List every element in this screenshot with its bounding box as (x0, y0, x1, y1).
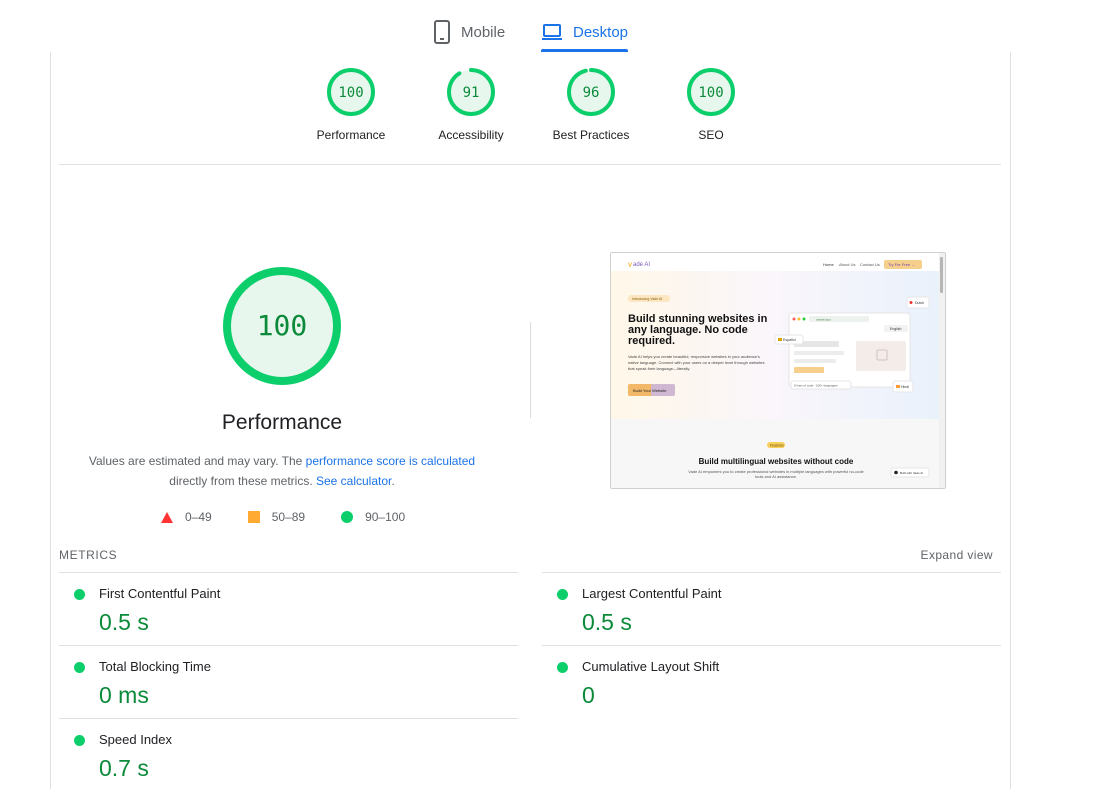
thumb-section-title: Build multilingual websites without code (699, 457, 854, 466)
pass-circle-icon (557, 662, 568, 673)
metric-value: 0 (582, 682, 595, 708)
metric-value: 0 ms (99, 682, 149, 708)
performance-score-gauge: 100 (223, 267, 341, 385)
pass-circle-icon (74, 662, 85, 673)
thumb-cta: Try For Free → (888, 262, 915, 267)
legend-range: 90–100 (365, 510, 406, 524)
score-note: Values are estimated and may vary. The p… (81, 451, 483, 491)
metric-value: 0.5 s (99, 609, 149, 635)
metric-cumulative-layout-shift: Cumulative Layout Shift 0 (542, 645, 1001, 719)
tab-mobile[interactable]: Mobile (433, 14, 505, 50)
note-text: . (391, 474, 395, 488)
metric-value: 0.5 s (582, 609, 632, 635)
pass-circle-icon (74, 589, 85, 600)
circle-icon (341, 511, 354, 523)
performance-score-link[interactable]: performance score is calculated (306, 454, 475, 468)
gauge-performance[interactable]: 100 Performance (301, 66, 401, 142)
gauge-ring: 91 (447, 68, 495, 116)
legend-fail: 0–49 (161, 510, 212, 524)
thumb-logo: ade AI (633, 262, 650, 268)
thumb-lang: Español (783, 338, 796, 342)
gauge-score: 91 (463, 85, 480, 101)
performance-title: Performance (221, 411, 343, 434)
metric-largest-contentful-paint: Largest Contentful Paint 0.5 s (542, 572, 1001, 646)
gauge-score: 100 (338, 85, 363, 101)
gauge-label: Accessibility (438, 128, 504, 142)
metric-name: Speed Index (99, 732, 173, 747)
metrics-header: METRICS Expand view (59, 546, 993, 572)
thumb-lang: English (890, 327, 902, 331)
thumb-made: Built with Vade AI (900, 471, 923, 475)
screenshot-image: V ade AI Home About Us Contact Us Try Fo… (611, 253, 945, 488)
tab-desktop[interactable]: Desktop (541, 14, 629, 52)
thumb-nav: Home (823, 262, 834, 267)
thumb-nav: About Us (839, 262, 855, 267)
metric-name: Cumulative Layout Shift (582, 659, 720, 674)
tab-desktop-label: Desktop (573, 23, 629, 41)
gauge-label: Best Practices (552, 128, 630, 142)
laptop-icon (542, 24, 562, 40)
gauge-score: 96 (583, 85, 600, 101)
thumb-headline: Build stunning websites in any language.… (628, 314, 768, 347)
performance-score: 100 (257, 309, 308, 342)
thumb-lang: Hindi (901, 385, 909, 389)
note-text: directly from these metrics. (169, 474, 316, 488)
gauge-score: 100 (698, 85, 723, 101)
device-tabs: Mobile Desktop (0, 0, 1097, 52)
thumb-button: Build Your Website (633, 388, 667, 393)
gauge-best-practices[interactable]: 96 Best Practices (541, 66, 641, 142)
expand-view-button[interactable]: Expand view (921, 548, 993, 562)
gauge-label: Performance (316, 128, 386, 142)
gauge-ring: 96 (567, 68, 615, 116)
pass-circle-icon (74, 735, 85, 746)
thumb-section-body: Vade AI empowers you to create professio… (688, 469, 864, 479)
thumb-chip: 0 lines of code · 100+ languages (794, 384, 838, 388)
legend-pass: 90–100 (341, 510, 405, 524)
gauge-label: SEO (698, 128, 724, 142)
metric-name: Largest Contentful Paint (582, 586, 722, 601)
tab-mobile-label: Mobile (461, 23, 506, 41)
page-screenshot-thumbnail[interactable]: V ade AI Home About Us Contact Us Try Fo… (610, 252, 946, 489)
report-panel: 100 Performance 91 Accessibility 96 Best… (50, 52, 1011, 789)
phone-icon (434, 20, 450, 44)
svg-text:V: V (628, 263, 632, 269)
gauge-accessibility[interactable]: 91 Accessibility (421, 66, 521, 142)
legend-range: 50–89 (271, 510, 306, 524)
pass-circle-icon (557, 589, 568, 600)
metric-total-blocking-time: Total Blocking Time 0 ms (59, 645, 518, 719)
metric-value: 0.7 s (99, 755, 149, 781)
thumb-url: vadeai.app (816, 318, 831, 322)
category-gauges: 100 Performance 91 Accessibility 96 Best… (59, 66, 1001, 165)
triangle-icon (161, 511, 173, 523)
gauge-seo[interactable]: 100 SEO (661, 66, 761, 142)
divider (530, 322, 531, 418)
score-legend: 0–49 50–89 90–100 (161, 510, 441, 524)
thumb-body: Vade AI helps you create beautiful, resp… (628, 354, 765, 371)
metric-name: First Contentful Paint (99, 586, 221, 601)
metric-name: Total Blocking Time (99, 659, 211, 674)
thumb-lang: Dutch (915, 301, 924, 305)
thumb-badge: Introducing Vade AI (632, 297, 662, 301)
gauge-ring: 100 (687, 68, 735, 116)
gauge-ring: 100 (327, 68, 375, 116)
metric-speed-index: Speed Index 0.7 s (59, 718, 518, 792)
metrics-label: METRICS (59, 548, 118, 562)
see-calculator-link[interactable]: See calculator (316, 474, 391, 488)
legend-average: 50–89 (247, 510, 306, 524)
thumb-section-badge: Features (770, 444, 784, 448)
square-icon (247, 511, 260, 523)
thumb-nav: Contact Us (860, 262, 880, 267)
legend-range: 0–49 (185, 510, 212, 524)
note-text: Values are estimated and may vary. The (88, 454, 306, 468)
metric-first-contentful-paint: First Contentful Paint 0.5 s (59, 572, 518, 646)
